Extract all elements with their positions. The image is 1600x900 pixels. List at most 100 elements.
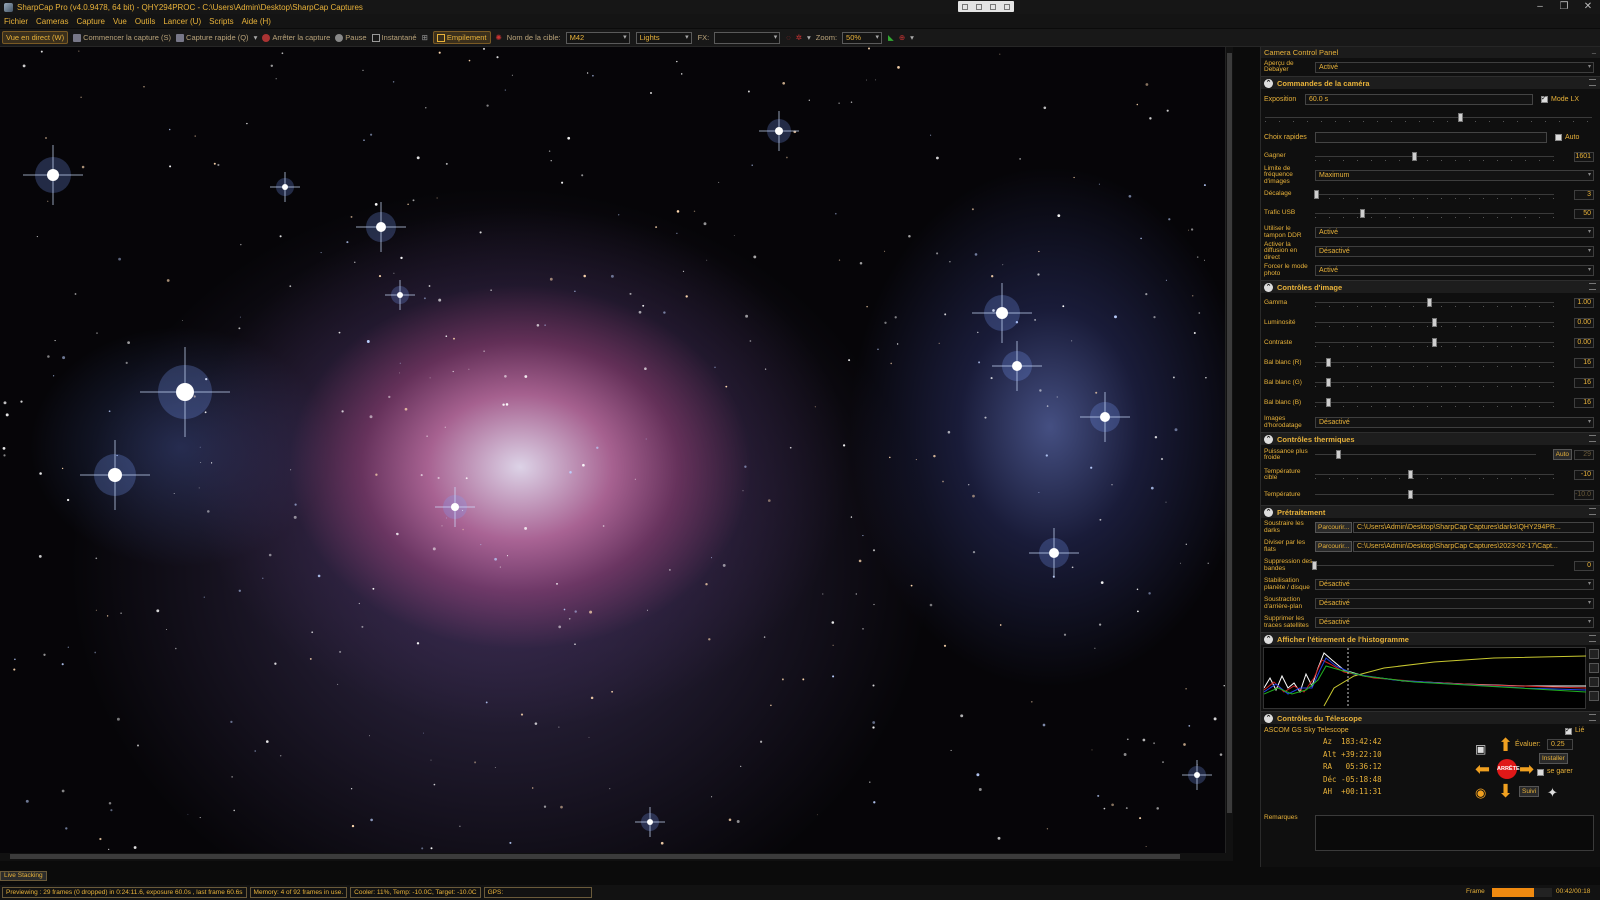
fx-select[interactable]	[714, 31, 781, 44]
close-icon[interactable]: ✕	[1576, 0, 1600, 14]
slider-knob[interactable]	[1412, 152, 1418, 161]
cooler-auto-button[interactable]: Auto	[1552, 449, 1572, 460]
offset-slider[interactable]	[1314, 190, 1554, 199]
focus-assist-icon[interactable]: ◣	[888, 33, 894, 42]
histogram-section[interactable]: ⌃ Afficher l'étirement de l'histogramme	[1261, 632, 1600, 645]
usb-traffic-value[interactable]: 50	[1574, 208, 1594, 219]
stacking-button[interactable]: Empilement	[432, 31, 491, 44]
background-subtraction-select[interactable]: Désactivé	[1315, 598, 1594, 609]
section-menu-icon[interactable]	[1589, 435, 1596, 442]
zoom-icon[interactable]: ⊕	[899, 33, 905, 42]
rate-select[interactable]: 0.25	[1547, 739, 1573, 750]
arrow-left-icon[interactable]: ⬅	[1475, 760, 1490, 778]
menu-view[interactable]: Vue	[113, 17, 127, 26]
collapse-icon[interactable]: ⌃	[1264, 713, 1273, 723]
ddr-buffer-select[interactable]: Activé	[1315, 227, 1594, 238]
viewer-vertical-scrollbar[interactable]	[1225, 47, 1233, 853]
brightness-slider[interactable]	[1315, 318, 1554, 327]
chevron-down-icon[interactable]: ▾	[254, 33, 258, 42]
stop-slew-button[interactable]: ARRÊTE	[1497, 759, 1520, 779]
arrow-up-icon[interactable]: ⬆	[1498, 736, 1513, 754]
slider-knob[interactable]	[1458, 113, 1464, 122]
layout-grid-icon[interactable]	[962, 3, 968, 10]
stabilization-select[interactable]: Désactivé	[1315, 579, 1594, 590]
home-icon[interactable]: ▣	[1475, 740, 1486, 758]
lx-mode-checkbox[interactable]	[1541, 94, 1548, 103]
scroll-thumb[interactable]	[1227, 53, 1232, 813]
section-menu-icon[interactable]	[1589, 508, 1596, 515]
banding-slider[interactable]	[1312, 561, 1554, 570]
slider-knob[interactable]	[1326, 398, 1332, 407]
target-temp-value[interactable]: -10	[1574, 470, 1594, 480]
park-checkbox[interactable]	[1537, 769, 1544, 776]
gain-slider[interactable]	[1315, 152, 1554, 161]
gamma-slider[interactable]	[1315, 298, 1554, 307]
telescope-section[interactable]: ⌃ Contrôles du Télescope	[1261, 711, 1600, 724]
section-menu-icon[interactable]	[1589, 283, 1596, 290]
collapse-icon[interactable]: ⌃	[1264, 507, 1273, 517]
live-stacking-tab[interactable]: Live Stacking	[0, 871, 47, 881]
menu-scripts[interactable]: Scripts	[209, 17, 233, 26]
menu-cameras[interactable]: Cameras	[36, 17, 68, 26]
star-icon[interactable]: ✦	[1547, 784, 1558, 802]
wb-blue-value[interactable]: 16	[1574, 398, 1594, 408]
fps-limit-select[interactable]: Maximum	[1315, 170, 1594, 181]
layout-minus-icon[interactable]	[976, 3, 982, 10]
slider-knob[interactable]	[1431, 318, 1437, 327]
tracking-button[interactable]: Suivi	[1519, 786, 1540, 797]
reticle-icon[interactable]: ◌	[786, 33, 790, 42]
exposure-input[interactable]: 60.0 s	[1305, 93, 1533, 105]
layout-controls[interactable]	[958, 1, 1014, 12]
wb-blue-slider[interactable]	[1315, 398, 1554, 407]
slider-knob[interactable]	[1326, 358, 1332, 367]
quick-capture-button[interactable]: Capture rapide (Q) ▾	[176, 33, 257, 42]
slider-knob[interactable]	[1359, 209, 1365, 218]
collapse-icon[interactable]: ⌃	[1264, 434, 1273, 444]
auto-checkbox[interactable]	[1555, 133, 1562, 141]
gamma-value[interactable]: 1.00	[1574, 298, 1594, 308]
install-button[interactable]: Installer	[1539, 753, 1568, 764]
arrow-down-icon[interactable]: ⬇	[1498, 782, 1513, 800]
preprocessing-section[interactable]: ⌃ Prétraitement	[1261, 505, 1600, 518]
photo-mode-select[interactable]: Activé	[1315, 265, 1594, 276]
cooler-power-slider[interactable]	[1315, 450, 1536, 459]
menu-tools[interactable]: Outils	[135, 17, 155, 26]
annotation-icon[interactable]: ✲	[796, 33, 802, 42]
histogram-stretch[interactable]	[1263, 647, 1587, 709]
layout-restore-icon[interactable]	[1004, 3, 1010, 10]
darks-browse-button[interactable]: Parcourir...	[1315, 522, 1353, 533]
section-menu-icon[interactable]	[1589, 79, 1596, 86]
flats-path[interactable]: C:\Users\Admin\Desktop\SharpCap Captures…	[1353, 541, 1594, 552]
histogram-save-icon[interactable]	[1589, 677, 1599, 687]
camera-controls-section[interactable]: ⌃ Commandes de la caméra	[1261, 76, 1600, 89]
restore-icon[interactable]: ❐	[1552, 0, 1576, 14]
wb-green-value[interactable]: 16	[1574, 378, 1594, 388]
layout-chevron-icon[interactable]	[990, 3, 996, 10]
minimize-icon[interactable]: –	[1528, 0, 1552, 14]
section-menu-icon[interactable]	[1589, 635, 1596, 642]
contrast-value[interactable]: 0.00	[1574, 338, 1594, 348]
usb-traffic-slider[interactable]	[1315, 209, 1554, 218]
banding-value[interactable]: 0	[1574, 560, 1594, 571]
exposure-slider[interactable]	[1265, 113, 1592, 122]
wb-red-value[interactable]: 16	[1574, 358, 1594, 368]
live-stream-select[interactable]: Désactivé	[1315, 246, 1594, 257]
darks-path[interactable]: C:\Users\Admin\Desktop\SharpCap Captures…	[1353, 522, 1594, 533]
menu-file[interactable]: Fichier	[4, 17, 28, 26]
timestamp-select[interactable]: Désactivé	[1315, 417, 1594, 428]
collapse-icon[interactable]: ⌃	[1264, 78, 1273, 88]
annotation-chevron-icon[interactable]: ▾	[807, 33, 811, 42]
quick-choices-select[interactable]	[1315, 131, 1547, 143]
histogram-reset-icon[interactable]	[1589, 663, 1599, 673]
histogram-zoom-icon[interactable]	[1589, 649, 1599, 659]
collapse-icon[interactable]: ⌃	[1264, 634, 1273, 644]
wb-green-slider[interactable]	[1315, 378, 1554, 387]
slider-knob[interactable]	[1326, 378, 1332, 387]
target-name-select[interactable]: M42	[565, 31, 630, 44]
debayer-select[interactable]: Activé	[1315, 61, 1594, 73]
target-circle-icon[interactable]: ◉	[1475, 784, 1486, 802]
pause-button[interactable]: Pause	[335, 33, 367, 42]
collapse-icon[interactable]: ⌃	[1264, 282, 1273, 292]
menu-capture[interactable]: Capture	[76, 17, 104, 26]
panel-pin-icon[interactable]: –	[1592, 47, 1596, 58]
